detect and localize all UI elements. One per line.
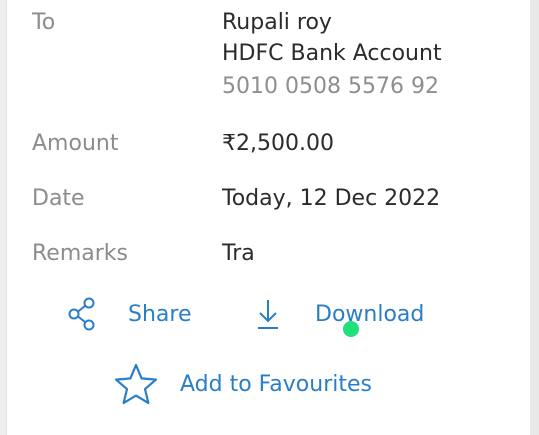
to-label: To — [32, 10, 56, 35]
star-icon — [113, 362, 159, 406]
add-to-favourites-label: Add to Favourites — [180, 371, 372, 397]
download-icon — [254, 297, 282, 331]
date-label: Date — [32, 186, 85, 211]
add-to-favourites-button[interactable]: Add to Favourites — [113, 362, 372, 406]
download-button[interactable]: Download — [254, 297, 424, 331]
download-label: Download — [315, 301, 425, 327]
amount-value: ₹2,500.00 — [222, 131, 334, 156]
share-button[interactable]: Share — [67, 297, 192, 331]
recipient-name: Rupali roy — [222, 10, 332, 35]
remarks-label: Remarks — [32, 241, 128, 266]
recipient-account-number: 5010 0508 5576 92 — [222, 74, 439, 99]
date-value: Today, 12 Dec 2022 — [222, 186, 441, 211]
recipient-bank: HDFC Bank Account — [222, 41, 442, 66]
transaction-details-card: To Rupali roy HDFC Bank Account 5010 050… — [7, 0, 530, 435]
amount-label: Amount — [32, 131, 119, 156]
share-icon — [67, 297, 97, 331]
screen-edge — [530, 0, 539, 435]
share-label: Share — [128, 301, 192, 327]
remarks-value: Tra — [222, 241, 255, 266]
touch-indicator — [343, 321, 359, 337]
